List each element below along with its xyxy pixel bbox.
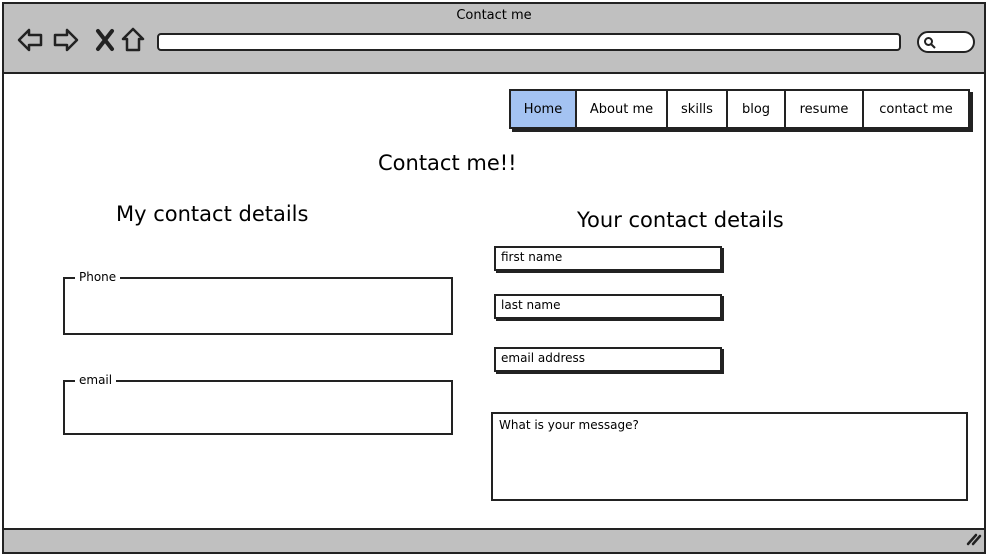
page-title: Contact me!!	[378, 151, 517, 175]
phone-label: Phone	[75, 269, 121, 285]
search-field[interactable]	[917, 31, 975, 53]
tab-skills[interactable]: skills	[668, 91, 728, 127]
tab-resume[interactable]: resume	[786, 91, 864, 127]
nav-tabs: Home About me skills blog resume contact…	[509, 89, 970, 129]
browser-titlebar: Contact me	[4, 4, 984, 74]
email-address-input[interactable]: email address	[494, 347, 722, 372]
your-contact-details-heading: Your contact details	[577, 208, 784, 232]
message-textarea[interactable]: What is your message?	[491, 412, 968, 501]
first-name-input[interactable]: first name	[494, 246, 722, 271]
tab-home[interactable]: Home	[511, 91, 577, 127]
home-icon[interactable]	[119, 26, 147, 54]
tab-about-me[interactable]: About me	[577, 91, 668, 127]
close-icon[interactable]	[92, 26, 120, 54]
tab-contact-me[interactable]: contact me	[864, 91, 968, 127]
resize-grip-icon[interactable]	[964, 530, 982, 550]
phone-fieldset: Phone	[63, 269, 453, 335]
my-contact-details-heading: My contact details	[116, 202, 309, 226]
url-bar[interactable]	[157, 33, 901, 51]
back-arrow-icon[interactable]	[16, 26, 44, 54]
tab-blog[interactable]: blog	[728, 91, 786, 127]
window-title: Contact me	[456, 8, 532, 23]
browser-window: Contact me Home About me skills blog res…	[2, 2, 986, 554]
forward-arrow-icon[interactable]	[52, 26, 80, 54]
email-label: email	[75, 372, 117, 388]
email-fieldset: email	[63, 372, 453, 435]
status-bar	[4, 528, 984, 552]
last-name-input[interactable]: last name	[494, 294, 722, 319]
